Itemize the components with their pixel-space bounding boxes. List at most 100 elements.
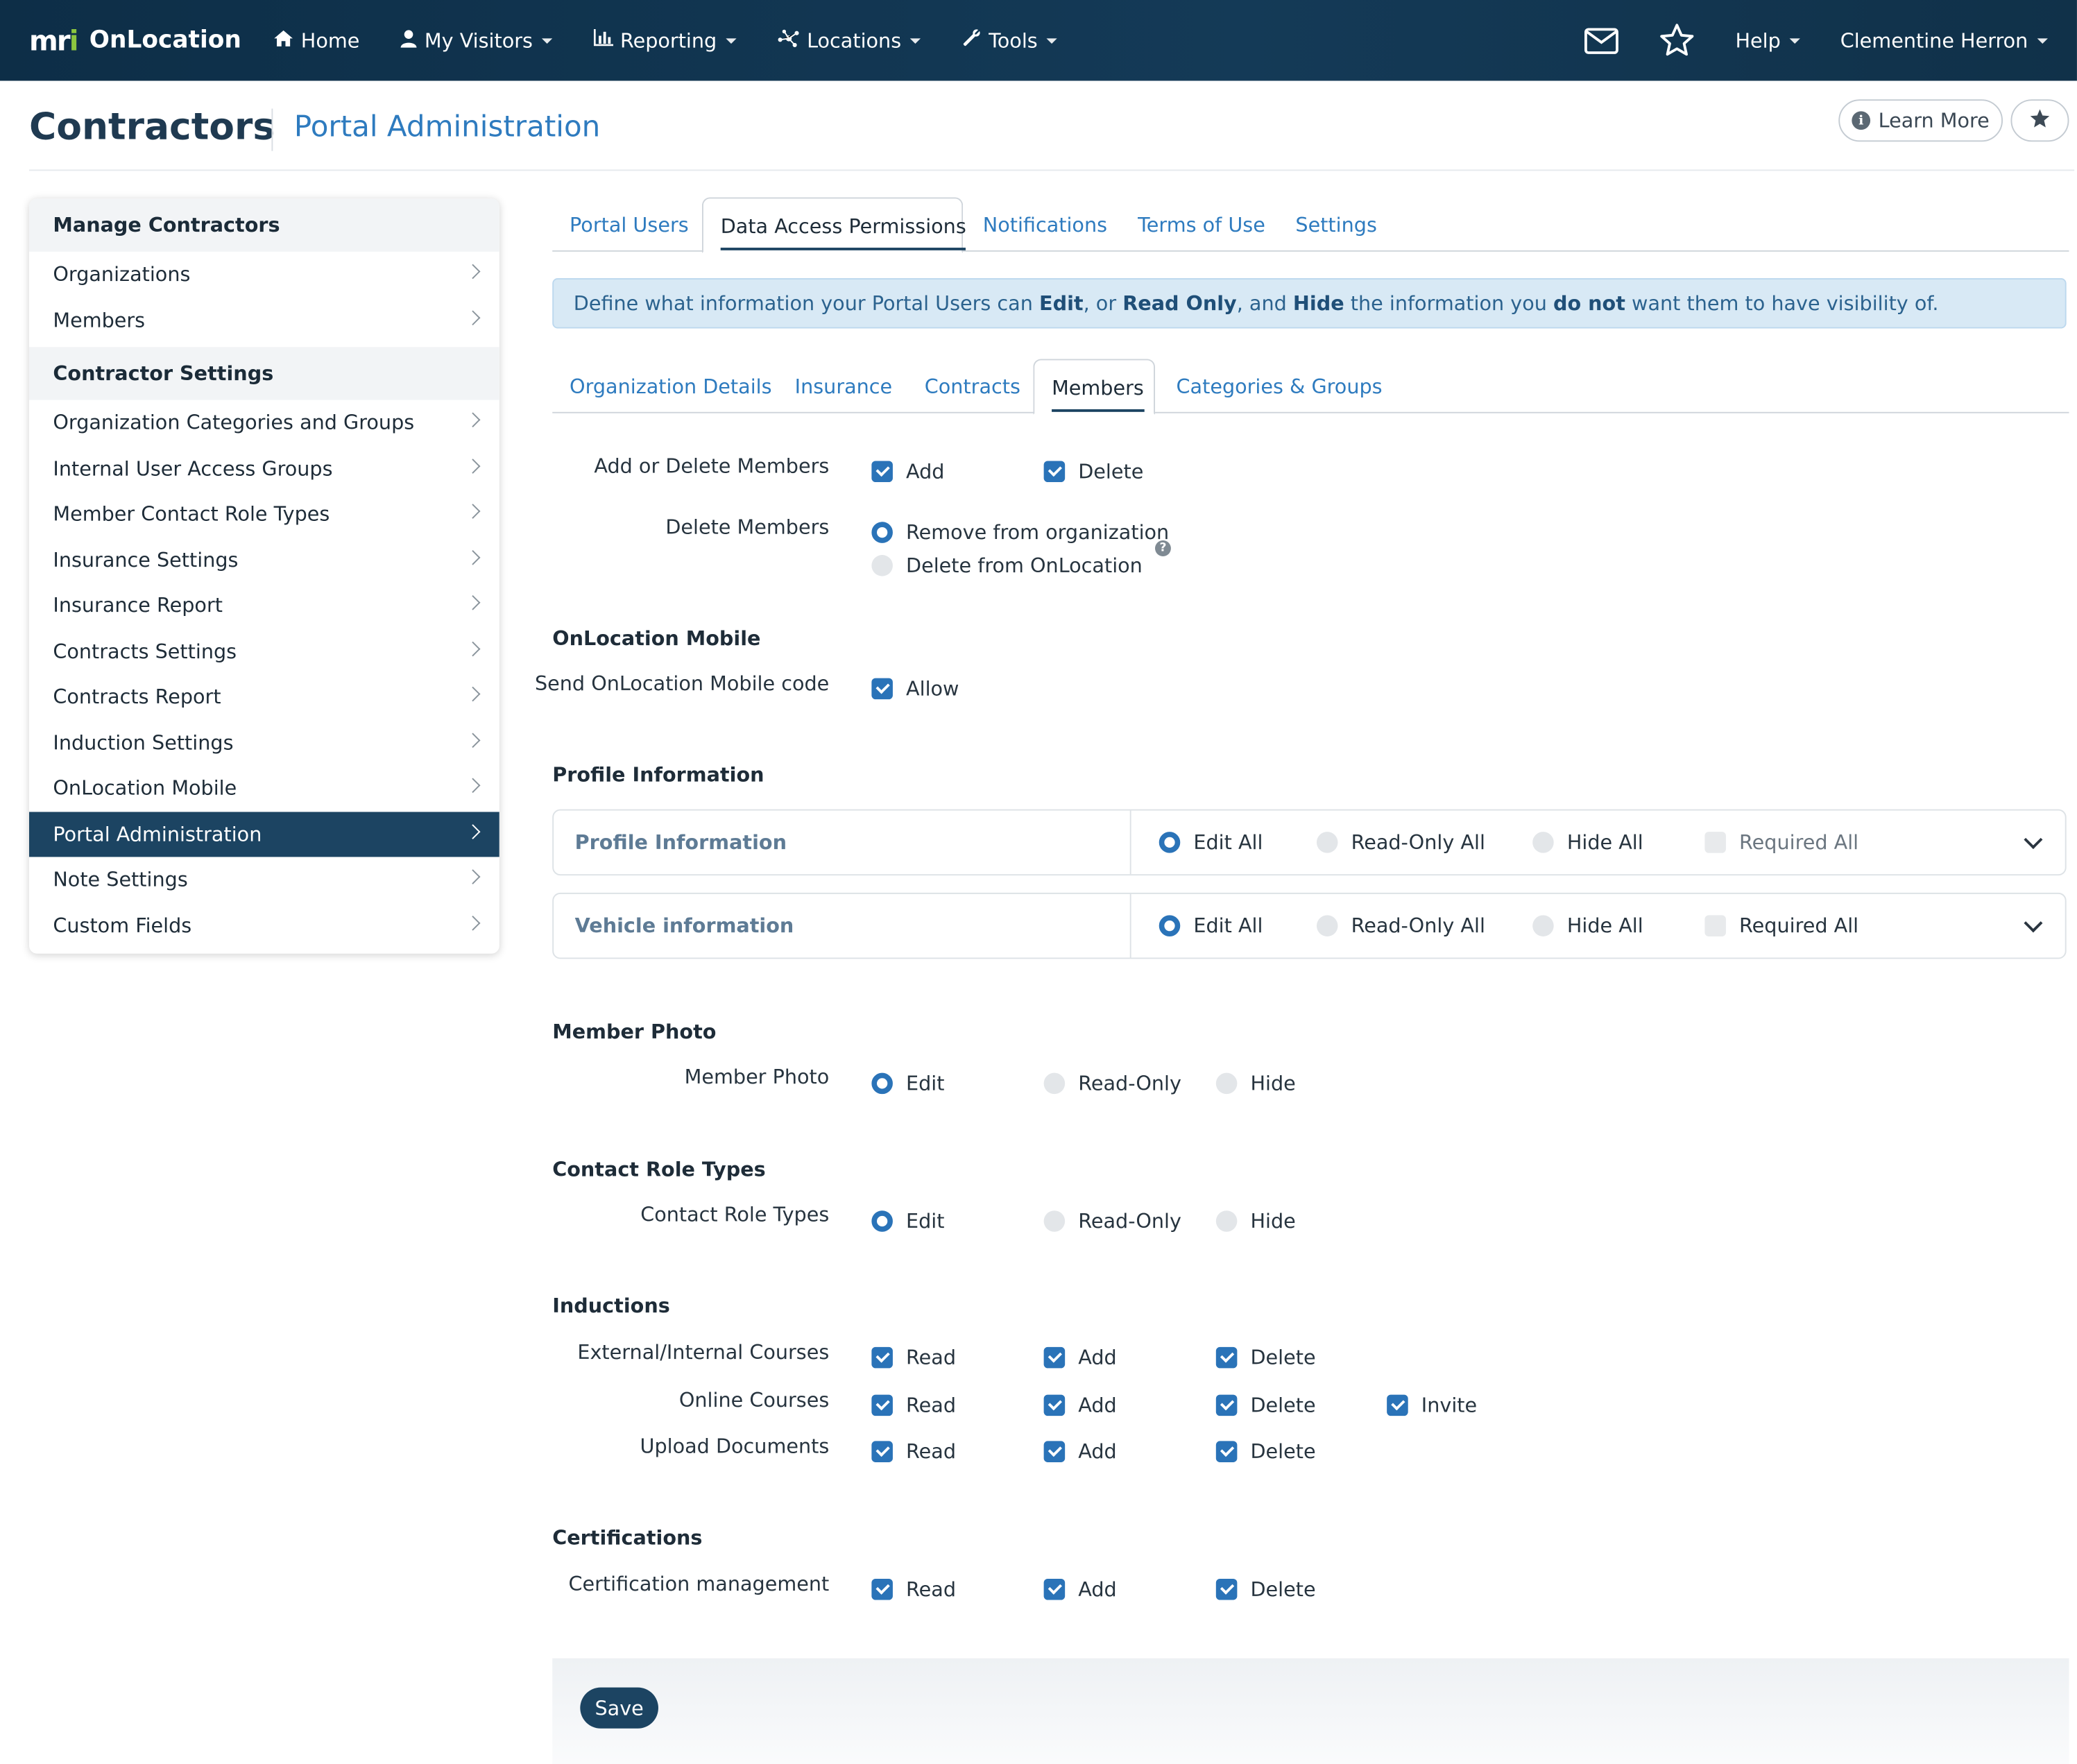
- subtab-insurance[interactable]: Insurance: [795, 375, 893, 398]
- sidebar-item-induction-settings[interactable]: Induction Settings: [29, 720, 499, 766]
- sidebar-item-label: Member Contact Role Types: [53, 502, 330, 526]
- cert-add-checkbox[interactable]: Add: [1043, 1577, 1117, 1601]
- profile-information-panel[interactable]: Profile Information Edit All Read-Only A…: [552, 809, 2067, 876]
- delete-members-label: Delete Members: [665, 515, 830, 540]
- online-courses-read-checkbox[interactable]: Read: [871, 1394, 956, 1417]
- title-divider: [271, 108, 273, 151]
- add-members-checkbox[interactable]: Add: [871, 460, 944, 483]
- sidebar-item-internal-user-access[interactable]: Internal User Access Groups: [29, 446, 499, 492]
- read-only-all-radio[interactable]: Read-Only All: [1316, 914, 1485, 938]
- chevron-down-icon[interactable]: [2024, 830, 2043, 850]
- sidebar-item-label: OnLocation Mobile: [53, 776, 237, 800]
- info-text: Define what information your Portal User…: [573, 291, 1939, 316]
- upload-docs-read-checkbox[interactable]: Read: [871, 1440, 956, 1464]
- online-courses-delete-checkbox[interactable]: Delete: [1215, 1394, 1316, 1417]
- mail-icon[interactable]: [1584, 27, 1619, 53]
- nav-tools[interactable]: Tools: [962, 28, 1058, 53]
- tab-data-access-permissions[interactable]: Data Access Permissions: [701, 197, 966, 253]
- subtab-organization-details[interactable]: Organization Details: [570, 375, 772, 398]
- sidebar-item-contracts-report[interactable]: Contracts Report: [29, 674, 499, 720]
- sidebar-item-member-contact-roles[interactable]: Member Contact Role Types: [29, 491, 499, 537]
- nav-locations-label: Locations: [807, 28, 902, 53]
- roles-read-only-radio[interactable]: Read-Only: [1043, 1209, 1181, 1233]
- page-subtitle: Portal Administration: [293, 111, 601, 145]
- member-photo-label: Member Photo: [684, 1065, 830, 1089]
- sidebar-item-insurance-report[interactable]: Insurance Report: [29, 583, 499, 628]
- upload-docs-add-checkbox[interactable]: Add: [1043, 1440, 1117, 1464]
- required-all-checkbox[interactable]: Required All: [1704, 830, 1858, 855]
- cert-read-checkbox[interactable]: Read: [871, 1577, 956, 1601]
- online-courses-invite-checkbox[interactable]: Invite: [1387, 1394, 1477, 1417]
- chevron-right-icon: [465, 594, 481, 610]
- sidebar-item-custom-fields[interactable]: Custom Fields: [29, 902, 499, 948]
- chevron-down-icon: [1047, 37, 1058, 44]
- sidebar-item-members[interactable]: Members: [29, 298, 499, 343]
- tab-settings[interactable]: Settings: [1295, 213, 1376, 237]
- chevron-right-icon: [465, 686, 481, 702]
- section-title-profile-information: Profile Information: [552, 762, 764, 787]
- allow-mobile-code-checkbox[interactable]: Allow: [871, 677, 959, 701]
- nav-help[interactable]: Help: [1735, 28, 1801, 52]
- read-only-all-radio[interactable]: Read-Only All: [1316, 830, 1485, 855]
- ext-courses-delete-checkbox[interactable]: Delete: [1215, 1346, 1316, 1369]
- tab-notifications[interactable]: Notifications: [983, 213, 1107, 237]
- photo-edit-radio[interactable]: Edit: [871, 1072, 945, 1095]
- radio-unselected: [871, 555, 893, 576]
- nav-my-visitors[interactable]: My Visitors: [401, 28, 553, 52]
- brand-logo[interactable]: mri OnLocation: [29, 24, 241, 56]
- sidebar-item-portal-administration[interactable]: Portal Administration: [29, 811, 499, 857]
- roles-edit-radio[interactable]: Edit: [871, 1209, 945, 1233]
- certification-management-label: Certification management: [568, 1572, 830, 1596]
- ext-courses-read-checkbox[interactable]: Read: [871, 1346, 956, 1369]
- edit-all-radio[interactable]: Edit All: [1159, 914, 1263, 938]
- photo-read-only-radio[interactable]: Read-Only: [1043, 1072, 1181, 1095]
- info-alert: Define what information your Portal User…: [552, 277, 2067, 329]
- help-icon[interactable]: ?: [1154, 540, 1171, 556]
- favorite-star-icon[interactable]: [1659, 22, 1695, 58]
- sidebar-item-label: Organizations: [53, 262, 191, 286]
- chevron-down-icon[interactable]: [2024, 914, 2043, 933]
- sidebar-item-label: Note Settings: [53, 868, 188, 892]
- sidebar-item-organizations[interactable]: Organizations: [29, 252, 499, 298]
- sidebar-item-contracts-settings[interactable]: Contracts Settings: [29, 628, 499, 674]
- bookmark-button[interactable]: [2010, 99, 2069, 142]
- radio-selected: [871, 522, 893, 543]
- upload-docs-delete-checkbox[interactable]: Delete: [1215, 1440, 1316, 1464]
- online-courses-add-checkbox[interactable]: Add: [1043, 1394, 1117, 1417]
- delete-members-checkbox[interactable]: Delete: [1043, 460, 1143, 483]
- nav-reporting[interactable]: Reporting: [594, 28, 737, 52]
- required-all-checkbox[interactable]: Required All: [1704, 914, 1858, 938]
- roles-hide-radio[interactable]: Hide: [1215, 1209, 1296, 1233]
- delete-from-onlocation-radio[interactable]: Delete from OnLocation: [871, 554, 1143, 577]
- nav-locations[interactable]: Locations: [778, 28, 921, 52]
- nav-my-visitors-label: My Visitors: [424, 28, 533, 53]
- hide-all-radio[interactable]: Hide All: [1532, 914, 1643, 938]
- nav-user-menu[interactable]: Clementine Herron: [1840, 28, 2048, 52]
- sidebar-item-note-settings[interactable]: Note Settings: [29, 857, 499, 902]
- edit-all-radio[interactable]: Edit All: [1159, 830, 1263, 855]
- sidebar-item-insurance-settings[interactable]: Insurance Settings: [29, 537, 499, 583]
- save-button[interactable]: Save: [580, 1687, 658, 1729]
- learn-more-button[interactable]: i Learn More: [1838, 99, 2003, 142]
- photo-hide-radio[interactable]: Hide: [1215, 1072, 1296, 1095]
- sidebar-item-label: Insurance Settings: [53, 548, 239, 572]
- ext-courses-add-checkbox[interactable]: Add: [1043, 1346, 1117, 1369]
- tab-terms-of-use[interactable]: Terms of Use: [1138, 213, 1265, 237]
- remove-from-org-radio[interactable]: Remove from organization: [871, 520, 1169, 545]
- chevron-right-icon: [465, 640, 481, 656]
- hide-all-radio[interactable]: Hide All: [1532, 830, 1643, 855]
- sidebar-item-org-categories[interactable]: Organization Categories and Groups: [29, 400, 499, 446]
- tab-portal-users[interactable]: Portal Users: [570, 213, 689, 237]
- chevron-right-icon: [465, 549, 481, 565]
- vehicle-information-panel[interactable]: Vehicle information Edit All Read-Only A…: [552, 892, 2067, 959]
- sidebar-item-onlocation-mobile[interactable]: OnLocation Mobile: [29, 766, 499, 812]
- chevron-down-icon: [2037, 37, 2048, 44]
- cert-delete-checkbox[interactable]: Delete: [1215, 1577, 1316, 1601]
- subtab-contracts[interactable]: Contracts: [925, 375, 1020, 398]
- subtab-members[interactable]: Members: [1033, 359, 1155, 415]
- subtab-categories-groups[interactable]: Categories & Groups: [1177, 375, 1383, 398]
- external-internal-courses-label: External/Internal Courses: [577, 1340, 830, 1364]
- sidebar-item-label: Organization Categories and Groups: [53, 411, 415, 435]
- chevron-right-icon: [465, 412, 481, 428]
- nav-home[interactable]: Home: [273, 28, 359, 52]
